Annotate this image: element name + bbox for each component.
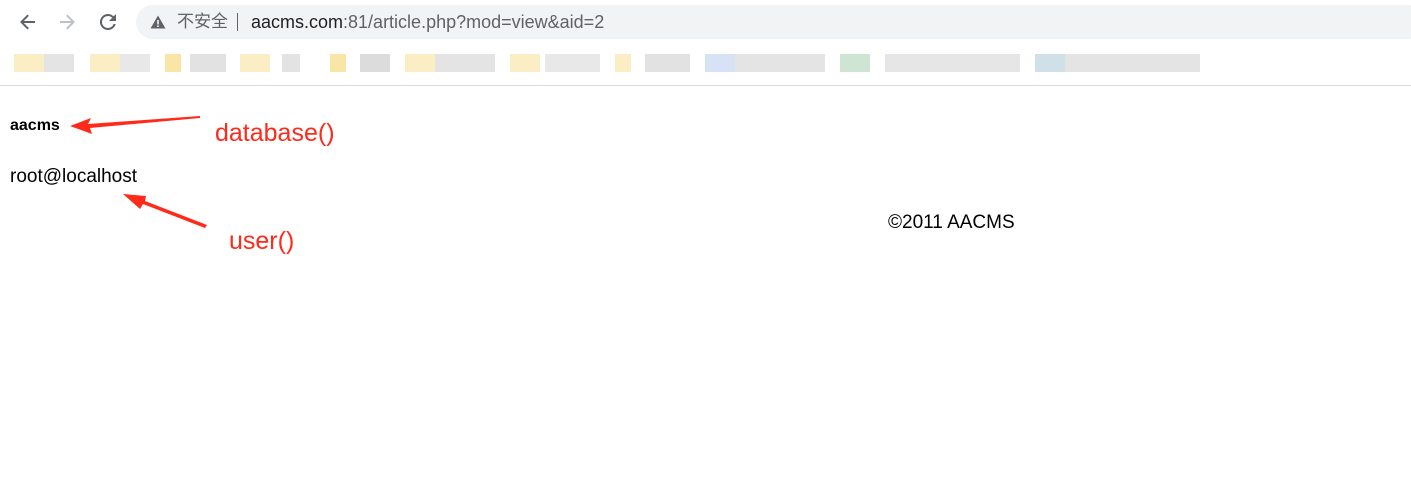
bookmark-item[interactable]	[120, 54, 150, 72]
database-arrow	[70, 116, 200, 134]
bookmark-item[interactable]	[90, 54, 120, 72]
bookmark-item[interactable]	[14, 54, 44, 72]
user-output: root@localhost	[10, 166, 138, 187]
back-button[interactable]	[12, 6, 44, 38]
url-path: :81/article.php?mod=view&aid=2	[343, 12, 605, 32]
database-annotation-label: database()	[215, 119, 335, 147]
bookmark-item[interactable]	[435, 54, 495, 72]
bookmark-item[interactable]	[705, 54, 735, 72]
bookmarks-bar	[0, 44, 1411, 84]
footer-copyright: ©2011 AACMS	[888, 212, 1015, 233]
bookmark-item[interactable]	[510, 54, 540, 72]
user-arrow	[123, 194, 207, 228]
browser-toolbar: 不安全 aacms.com:81/article.php?mod=view&ai…	[0, 0, 1411, 44]
arrow-right-icon	[60, 14, 75, 30]
bookmark-item[interactable]	[240, 54, 270, 72]
database-output: aacms	[10, 117, 60, 134]
bookmark-item[interactable]	[645, 54, 690, 72]
bookmark-item[interactable]	[840, 54, 870, 72]
bookmark-item[interactable]	[885, 54, 1020, 72]
reload-button[interactable]	[92, 6, 124, 38]
browser-window: 不安全 aacms.com:81/article.php?mod=view&ai…	[0, 0, 1411, 494]
bookmark-item[interactable]	[44, 54, 74, 72]
forward-button[interactable]	[51, 6, 83, 38]
warning-triangle-icon[interactable]	[150, 14, 166, 30]
bookmark-item[interactable]	[1065, 54, 1200, 72]
bookmark-item[interactable]	[545, 54, 600, 72]
url-host: aacms.com	[251, 12, 344, 32]
bookmark-item[interactable]	[330, 54, 346, 72]
bookmark-item[interactable]	[190, 54, 226, 72]
arrow-left-icon	[20, 14, 35, 30]
bookmark-item[interactable]	[615, 54, 631, 72]
bookmark-item[interactable]	[735, 54, 825, 72]
reload-icon	[99, 13, 116, 30]
security-status-label[interactable]: 不安全	[177, 13, 228, 32]
bookmark-item[interactable]	[1035, 54, 1065, 72]
user-annotation-label: user()	[229, 227, 295, 255]
toolbar-divider	[0, 85, 1411, 86]
address-bar[interactable]: 不安全 aacms.com:81/article.php?mod=view&ai…	[136, 5, 1411, 39]
bookmark-item[interactable]	[405, 54, 435, 72]
bookmark-item[interactable]	[282, 54, 300, 72]
bookmark-item[interactable]	[360, 54, 390, 72]
bookmark-item[interactable]	[165, 54, 181, 72]
url-text[interactable]: aacms.com:81/article.php?mod=view&aid=2	[251, 13, 604, 32]
omnibox-divider	[237, 13, 238, 31]
